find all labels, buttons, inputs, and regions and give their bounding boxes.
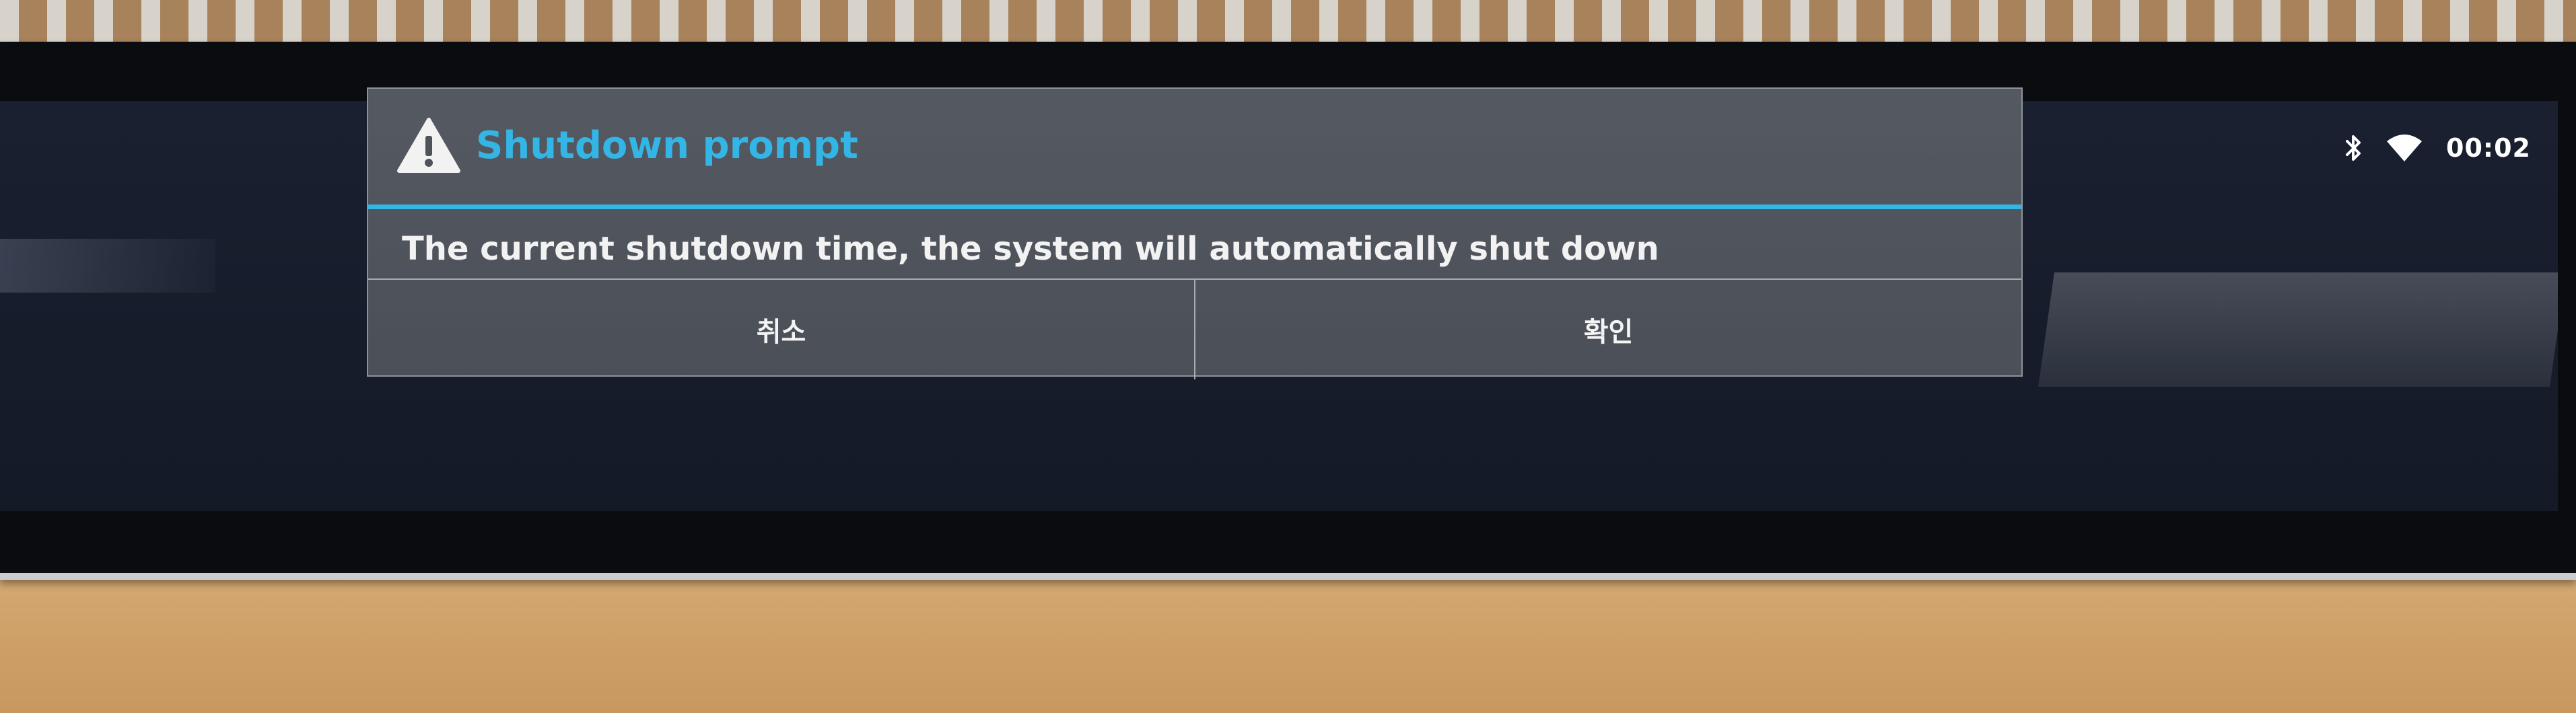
title-divider <box>368 204 2021 209</box>
status-bar: 00:02 <box>2345 128 2531 168</box>
screen-reflection <box>2038 272 2558 387</box>
ok-button[interactable]: 확인 <box>1195 280 2021 379</box>
clock: 00:02 <box>2446 133 2531 163</box>
cancel-button[interactable]: 취소 <box>368 280 1194 379</box>
dialog-title: Shutdown prompt <box>476 124 858 167</box>
warning-icon <box>396 117 461 178</box>
bluetooth-icon <box>2345 133 2363 163</box>
shutdown-dialog: Shutdown prompt The current shutdown tim… <box>367 87 2023 379</box>
dialog-button-bar: 취소 확인 <box>368 278 2021 379</box>
screen-reflection <box>0 239 215 293</box>
dialog-message: The current shutdown time, the system wi… <box>402 230 1659 268</box>
wifi-icon <box>2386 133 2423 163</box>
background-wall <box>0 0 2576 47</box>
dialog-header: Shutdown prompt <box>368 89 2021 204</box>
